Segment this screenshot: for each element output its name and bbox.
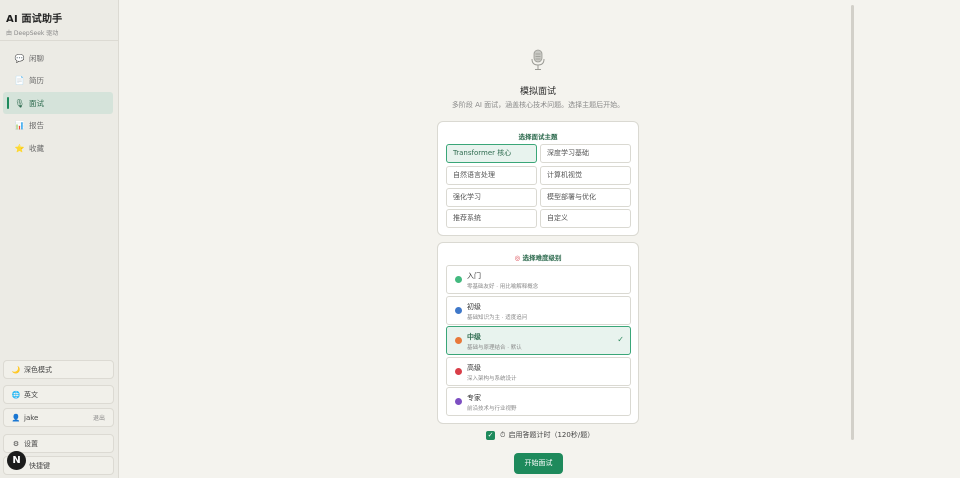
app-subtitle: 由 DeepSeek 驱动: [6, 30, 59, 37]
sidebar: AI 面试助手 由 DeepSeek 驱动 💬 闲聊 📄 简历 🎙 面试 📊 报…: [0, 0, 119, 478]
level-dot-icon: [455, 368, 462, 375]
level-option-junior[interactable]: 初级 基础知识为主 · 适度追问: [446, 296, 631, 325]
level-dot-icon: [455, 398, 462, 405]
resume-icon: 📄: [14, 76, 25, 85]
stopwatch-icon: ⏱: [500, 430, 506, 439]
level-name: 高级: [467, 364, 481, 372]
level-heading-label: 选择难度级别: [522, 254, 562, 262]
user-icon: 👤: [11, 413, 21, 422]
microphone-icon: 🎙: [14, 98, 25, 108]
globe-icon: 🌐: [11, 390, 21, 399]
sidebar-item-label: 闲聊: [29, 53, 44, 63]
sidebar-item-label: 报告: [29, 121, 44, 130]
level-name: 初级: [467, 303, 481, 311]
level-option-beginner[interactable]: 入门 零基础友好 · 用比喻解释概念: [446, 265, 631, 294]
topic-option[interactable]: 自然语言处理: [446, 166, 537, 185]
level-option-advanced[interactable]: 高级 深入架构与系统设计: [446, 357, 631, 386]
gear-icon: ⚙: [12, 439, 20, 448]
logout-link[interactable]: 退出: [93, 413, 105, 422]
topic-option[interactable]: Transformer 核心: [446, 144, 537, 163]
level-desc: 零基础友好 · 用比喻解释概念: [467, 284, 539, 290]
settings-button[interactable]: ⚙ 设置: [3, 434, 114, 453]
level-dot-icon: [455, 337, 462, 344]
sidebar-item-favorites[interactable]: ⭐ 收藏: [3, 137, 113, 159]
level-desc: 前沿技术与行业视野: [467, 406, 517, 412]
topic-option[interactable]: 推荐系统: [446, 209, 537, 228]
timer-option: ✓ ⏱ 启用答题计时（120秒/题）: [486, 430, 594, 440]
brand: AI 面试助手 由 DeepSeek 驱动: [0, 0, 118, 41]
bar-chart-icon: 📊: [14, 121, 25, 130]
level-card: ◎ 选择难度级别 入门 零基础友好 · 用比喻解释概念 初级 基础知识为主 · …: [437, 242, 639, 424]
user-row: 👤 jake 退出: [3, 408, 114, 427]
avatar[interactable]: N: [7, 451, 26, 470]
sidebar-item-report[interactable]: 📊 报告: [3, 115, 113, 137]
language-button[interactable]: 🌐 英文: [3, 385, 114, 404]
level-dot-icon: [455, 307, 462, 314]
level-desc: 基础与原理结合 · 默认: [467, 345, 522, 351]
moon-icon: 🌙: [11, 365, 21, 374]
topic-option[interactable]: 强化学习: [446, 188, 537, 207]
sidebar-item-label: 收藏: [29, 143, 44, 153]
page-title: 模拟面试: [519, 87, 556, 97]
chat-bubble-icon: 💬: [14, 53, 25, 63]
timer-label: 启用答题计时（120秒/题）: [508, 431, 595, 439]
app-title: AI 面试助手: [6, 14, 63, 25]
user-name: jake: [24, 413, 39, 422]
target-icon: ◎: [514, 254, 521, 262]
level-option-intermediate[interactable]: 中级 基础与原理结合 · 默认 ✓: [446, 326, 631, 355]
level-name: 中级: [467, 333, 481, 341]
settings-label: 设置: [24, 439, 38, 448]
level-desc: 基础知识为主 · 适度追问: [467, 315, 528, 321]
level-option-expert[interactable]: 专家 前沿技术与行业视野: [446, 387, 631, 416]
level-name: 入门: [467, 272, 481, 280]
topic-option[interactable]: 模型部署与优化: [540, 188, 631, 207]
sidebar-item-interview[interactable]: 🎙 面试: [3, 92, 113, 114]
dark-mode-label: 深色模式: [24, 365, 52, 374]
topic-option[interactable]: 计算机视觉: [540, 166, 631, 185]
sidebar-item-resume[interactable]: 📄 简历: [3, 70, 113, 92]
level-heading: ◎ 选择难度级别: [438, 252, 638, 262]
sidebar-nav: 💬 闲聊 📄 简历 🎙 面试 📊 报告 ⭐ 收藏: [0, 47, 118, 159]
start-interview-button[interactable]: 开始面试: [514, 453, 563, 474]
timer-checkbox[interactable]: ✓: [486, 430, 495, 440]
star-icon: ⭐: [14, 143, 25, 153]
microphone-icon: [531, 49, 545, 70]
level-dot-icon: [455, 276, 462, 283]
topic-card: 选择面试主题 Transformer 核心 深度学习基础 自然语言处理 计算机视…: [437, 121, 639, 236]
topic-option[interactable]: 深度学习基础: [540, 144, 631, 163]
scrollbar[interactable]: [851, 5, 854, 440]
sidebar-item-chat[interactable]: 💬 闲聊: [3, 47, 113, 69]
sidebar-item-label: 简历: [29, 76, 44, 85]
sidebar-item-label: 面试: [29, 98, 44, 108]
level-desc: 深入架构与系统设计: [467, 376, 517, 382]
level-name: 专家: [467, 394, 481, 402]
topic-option[interactable]: 自定义: [540, 209, 631, 228]
checkmark-icon: ✓: [617, 335, 624, 344]
page-subtitle: 多阶段 AI 面试，涵盖核心技术问题。选择主题后开始。: [451, 101, 625, 109]
language-label: 英文: [24, 390, 38, 399]
shortcuts-label: 快捷键: [29, 461, 50, 470]
topic-heading: 选择面试主题: [518, 133, 558, 141]
dark-mode-button[interactable]: 🌙 深色模式: [3, 360, 114, 379]
